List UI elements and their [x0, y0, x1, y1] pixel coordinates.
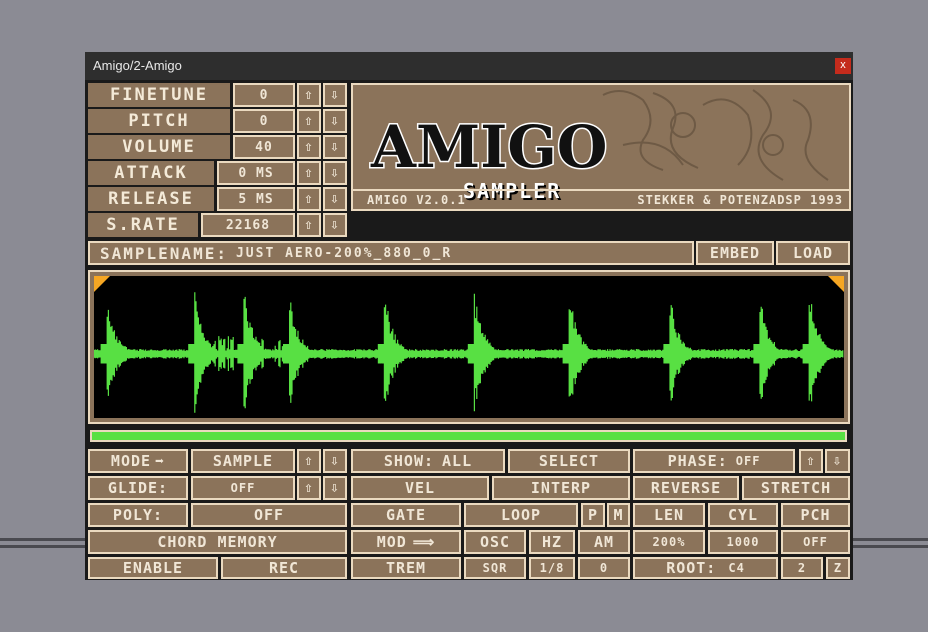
embed-button[interactable]: EMBED — [696, 241, 774, 265]
am-button[interactable]: AM — [578, 530, 630, 554]
load-button[interactable]: LOAD — [776, 241, 850, 265]
release-label: RELEASE — [88, 187, 214, 211]
finetune-value[interactable]: 0 — [233, 83, 295, 107]
srate-down-icon[interactable]: ⇩ — [323, 213, 347, 237]
hz-button[interactable]: HZ — [529, 530, 575, 554]
mode-down-icon[interactable]: ⇩ — [323, 449, 347, 473]
root-value: C4 — [728, 561, 744, 575]
poly-label: POLY: — [88, 503, 188, 527]
phase-value: OFF — [736, 454, 761, 468]
samplename-value: JUST AERO-200%_880_0_R — [236, 246, 452, 261]
glide-up-icon[interactable]: ⇧ — [297, 476, 321, 500]
cyl-value[interactable]: 1000 — [708, 530, 778, 554]
position-bar[interactable] — [90, 430, 847, 442]
show-selector[interactable]: SHOW: ALL — [351, 449, 505, 473]
phase-label: PHASE: — [668, 452, 728, 470]
attack-value[interactable]: 0 MS — [217, 161, 295, 185]
depth-value[interactable]: 0 — [578, 557, 630, 579]
p-button[interactable]: P — [581, 503, 605, 527]
glide-down-icon[interactable]: ⇩ — [323, 476, 347, 500]
arrow-right-icon: ➡ — [155, 452, 165, 470]
poly-value[interactable]: OFF — [191, 503, 347, 527]
pitch-up-icon[interactable]: ⇧ — [297, 109, 321, 133]
title-bar[interactable]: Amigo/2-Amigo x — [85, 52, 853, 80]
trem-button[interactable]: TREM — [351, 557, 461, 579]
enable-button[interactable]: ENABLE — [88, 557, 218, 579]
long-arrow-icon: ⟹ — [413, 533, 436, 551]
srate-label: S.RATE — [88, 213, 198, 237]
plugin-body: FINETUNE 0 ⇧ ⇩ PITCH 0 ⇧ ⇩ VOLUME 40 ⇧ ⇩… — [85, 80, 853, 580]
close-button[interactable]: x — [835, 58, 851, 74]
release-down-icon[interactable]: ⇩ — [323, 187, 347, 211]
stretch-button[interactable]: STRETCH — [742, 476, 850, 500]
select-button[interactable]: SELECT — [508, 449, 630, 473]
pitch-down-icon[interactable]: ⇩ — [323, 109, 347, 133]
gate-button[interactable]: GATE — [351, 503, 461, 527]
glide-label: GLIDE: — [88, 476, 188, 500]
show-value: ALL — [442, 452, 472, 470]
pitch-value[interactable]: 0 — [233, 109, 295, 133]
logo-subtitle: SAMPLER — [463, 179, 561, 203]
loop-button[interactable]: LOOP — [464, 503, 578, 527]
logo-artwork: AMIGO — [353, 85, 849, 191]
release-value[interactable]: 5 MS — [217, 187, 295, 211]
glide-value[interactable]: OFF — [191, 476, 295, 500]
srate-up-icon[interactable]: ⇧ — [297, 213, 321, 237]
mode-up-icon[interactable]: ⇧ — [297, 449, 321, 473]
waveform-svg — [94, 276, 844, 418]
volume-down-icon[interactable]: ⇩ — [323, 135, 347, 159]
mode-value[interactable]: SAMPLE — [191, 449, 295, 473]
mode-label-text: MODE — [111, 452, 151, 470]
root-selector[interactable]: ROOT: C4 — [633, 557, 778, 579]
vel-button[interactable]: VEL — [351, 476, 489, 500]
attack-up-icon[interactable]: ⇧ — [297, 161, 321, 185]
resize-handle-icon[interactable]: Z — [826, 557, 850, 579]
pch-value[interactable]: OFF — [781, 530, 850, 554]
waveform-display[interactable] — [88, 270, 850, 424]
pch-button[interactable]: PCH — [781, 503, 850, 527]
release-up-icon[interactable]: ⇧ — [297, 187, 321, 211]
len-value[interactable]: 200% — [633, 530, 705, 554]
m-button[interactable]: M — [607, 503, 630, 527]
len-button[interactable]: LEN — [633, 503, 705, 527]
credit-label: STEKKER & POTENZADSP 1993 — [637, 193, 843, 207]
version-label: AMIGO V2.0.1 — [367, 193, 466, 207]
pitch-label: PITCH — [88, 109, 230, 133]
samplename-field: SAMPLENAME: JUST AERO-200%_880_0_R — [88, 241, 694, 265]
phase-down-icon[interactable]: ⇩ — [825, 449, 850, 473]
volume-up-icon[interactable]: ⇧ — [297, 135, 321, 159]
reverse-button[interactable]: REVERSE — [633, 476, 739, 500]
mod-selector[interactable]: MOD ⟹ — [351, 530, 461, 554]
rec-button[interactable]: REC — [221, 557, 347, 579]
plugin-window: Amigo/2-Amigo x FINETUNE 0 ⇧ ⇩ PITCH 0 ⇧… — [85, 52, 853, 580]
phase-up-icon[interactable]: ⇧ — [799, 449, 823, 473]
volume-label: VOLUME — [88, 135, 230, 159]
volume-value[interactable]: 40 — [233, 135, 295, 159]
sqr-button[interactable]: SQR — [464, 557, 526, 579]
chord-memory-button[interactable]: CHORD MEMORY — [88, 530, 347, 554]
finetune-label: FINETUNE — [88, 83, 230, 107]
octave-value[interactable]: 2 — [781, 557, 823, 579]
samplename-label: SAMPLENAME: — [100, 244, 228, 263]
attack-label: ATTACK — [88, 161, 214, 185]
rate-value[interactable]: 1/8 — [529, 557, 575, 579]
root-label: ROOT: — [666, 559, 716, 577]
mod-label: MOD — [377, 533, 407, 551]
finetune-down-icon[interactable]: ⇩ — [323, 83, 347, 107]
interp-button[interactable]: INTERP — [492, 476, 630, 500]
phase-selector[interactable]: PHASE: OFF — [633, 449, 795, 473]
attack-down-icon[interactable]: ⇩ — [323, 161, 347, 185]
window-title: Amigo/2-Amigo — [93, 58, 182, 73]
logo-panel: AMIGO SAMPLER AMIGO V2.0.1 STEKKER & POT… — [351, 83, 851, 211]
cyl-button[interactable]: CYL — [708, 503, 778, 527]
mode-label: MODE ➡ — [88, 449, 188, 473]
show-label: SHOW: — [384, 452, 434, 470]
logo-title: AMIGO — [370, 113, 607, 181]
srate-value[interactable]: 22168 — [201, 213, 295, 237]
finetune-up-icon[interactable]: ⇧ — [297, 83, 321, 107]
osc-button[interactable]: OSC — [464, 530, 526, 554]
